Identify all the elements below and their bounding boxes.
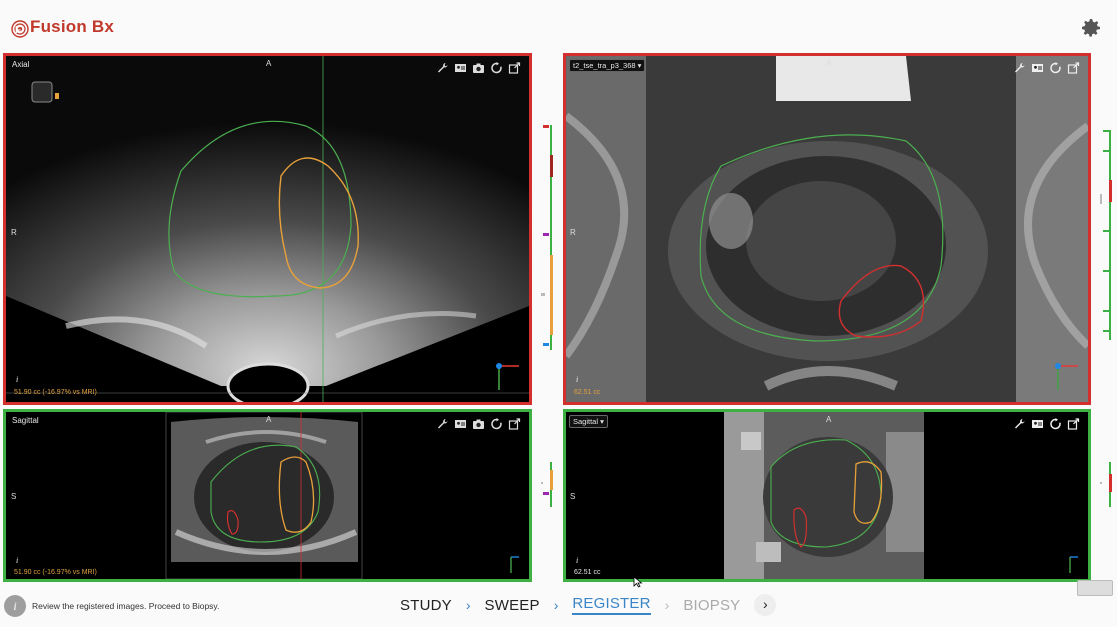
refresh-icon[interactable] (1049, 418, 1062, 430)
camera-icon[interactable] (472, 418, 485, 430)
ultrasound-image (6, 56, 529, 402)
chevron-right-icon: › (465, 597, 471, 613)
next-step-button[interactable]: › (754, 594, 777, 616)
orientation-anterior: A (266, 59, 272, 68)
refresh-icon[interactable] (490, 62, 503, 74)
status-info-icon[interactable]: i (4, 595, 26, 617)
wrench-icon[interactable] (1013, 62, 1026, 74)
viewport-toolbar (436, 62, 521, 74)
camera-icon[interactable] (472, 62, 485, 74)
info-icon[interactable]: i (16, 375, 18, 384)
orientation-axes-icon (1069, 556, 1078, 573)
series-select-value: t2_tse_tra_p3_368 (573, 61, 636, 70)
step-biopsy[interactable]: BIOPSY (683, 597, 740, 614)
sagittal-ultrasound-viewport[interactable]: Sagittal A S i 51.90 cc (-16.97% vs MRI) (3, 409, 532, 582)
axial-ultrasound-viewport[interactable]: Axial A R i 51.90 cc (-16.97% vs MRI) (3, 53, 532, 405)
viewport-toolbar (1013, 418, 1080, 430)
svg-text:F: F (15, 25, 21, 36)
orientation-right: R (11, 228, 17, 237)
app-root: F Fusion Bx Axial A R i 51.90 cc (-16.97… (0, 0, 1117, 627)
contact-card-icon[interactable] (1031, 418, 1044, 430)
app-logo: F Fusion Bx (8, 14, 114, 40)
step-sweep[interactable]: SWEEP (485, 597, 540, 614)
series-select[interactable]: t2_tse_tra_p3_368 ▾ (569, 59, 646, 72)
mouse-cursor-icon (633, 576, 643, 588)
volume-readout: 51.90 cc (-16.97% vs MRI) (14, 569, 97, 576)
view-select-value: Sagittal (573, 417, 599, 426)
orientation-anterior: A (266, 415, 272, 424)
refresh-icon[interactable] (490, 418, 503, 430)
refresh-icon[interactable] (1049, 62, 1062, 74)
step-register[interactable]: REGISTER (572, 595, 651, 615)
video-control-widget[interactable] (1077, 580, 1113, 596)
gear-icon[interactable] (1079, 16, 1103, 40)
workflow-steps: STUDY › SWEEP › REGISTER › BIOPSY › (400, 594, 777, 616)
ultrasound-sagittal-image (6, 412, 529, 579)
chevron-right-icon: › (553, 597, 559, 613)
step-study[interactable]: STUDY (400, 597, 452, 614)
orientation-right: R (570, 228, 576, 237)
sagittal-mri-viewport[interactable]: Sagittal ▾ A S i 62.51 cc (563, 409, 1091, 582)
orientation-axes-icon (510, 556, 519, 573)
volume-readout: 62.51 cc (574, 569, 601, 576)
info-icon[interactable]: i (16, 556, 18, 565)
viewport-label: Axial (12, 60, 30, 69)
app-title: Fusion Bx (30, 17, 114, 36)
viewport-toolbar (1013, 62, 1080, 74)
orientation-anterior: A (826, 59, 832, 68)
logo-mark-icon: F (11, 20, 29, 38)
sagittal-mri-slice-slider[interactable] (1100, 462, 1114, 507)
orientation-axes-icon (1055, 363, 1078, 390)
orientation-superior: S (11, 492, 17, 501)
chevron-right-icon: › (664, 597, 670, 613)
sagittal-us-slice-slider[interactable] (541, 462, 555, 507)
volume-readout: 51.90 cc (-16.97% vs MRI) (14, 389, 97, 396)
viewport-toolbar (436, 418, 521, 430)
volume-readout: 62.51 cc (574, 389, 601, 396)
viewport-label: Sagittal (12, 416, 39, 425)
orientation-anterior: A (826, 415, 832, 424)
contact-card-icon[interactable] (454, 62, 467, 74)
view-select[interactable]: Sagittal ▾ (569, 415, 608, 428)
axial-mri-viewport[interactable]: t2_tse_tra_p3_368 ▾ A R i 62.51 cc (563, 53, 1091, 405)
info-icon[interactable]: i (576, 375, 578, 384)
contact-card-icon[interactable] (1031, 62, 1044, 74)
contact-card-icon[interactable] (454, 418, 467, 430)
mri-image (566, 56, 1088, 402)
status-message: Review the registered images. Proceed to… (32, 601, 220, 611)
wrench-icon[interactable] (1013, 418, 1026, 430)
orientation-superior: S (570, 492, 576, 501)
expand-icon[interactable] (1067, 62, 1080, 74)
expand-icon[interactable] (1067, 418, 1080, 430)
info-icon[interactable]: i (576, 556, 578, 565)
expand-icon[interactable] (508, 62, 521, 74)
expand-icon[interactable] (508, 418, 521, 430)
axial-mri-slice-slider[interactable] (1100, 130, 1114, 340)
orientation-axes-icon (496, 363, 519, 390)
wrench-icon[interactable] (436, 418, 449, 430)
wrench-icon[interactable] (436, 62, 449, 74)
axial-us-slice-slider[interactable] (541, 125, 555, 350)
mri-sagittal-image (566, 412, 1088, 579)
